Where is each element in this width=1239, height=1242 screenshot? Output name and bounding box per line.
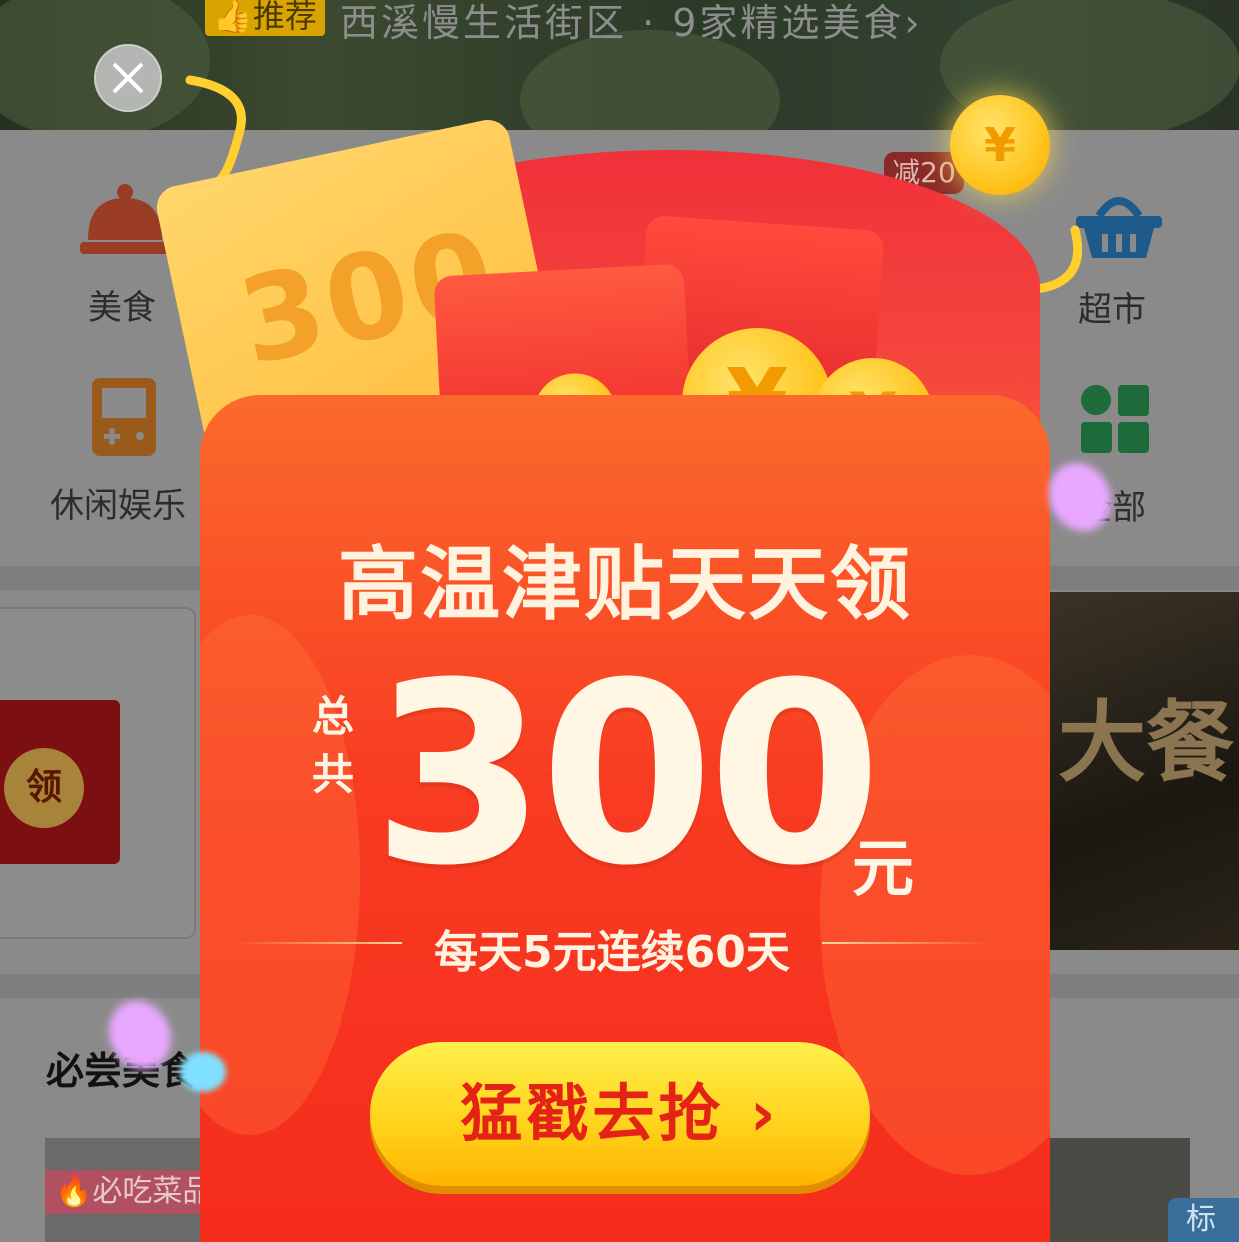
confetti-icon [180,1052,226,1092]
amount-value: 300 [372,629,882,920]
amount-unit: 元 [852,832,915,905]
gameboy-icon [92,378,156,456]
grab-now-label: 猛戳去抢 › [460,1077,780,1150]
category-label: 美食 [88,288,156,328]
reward-detail-text: 每天5元连续60天 [434,927,790,978]
close-icon [112,62,144,94]
grab-now-button[interactable]: 猛戳去抢 › [370,1042,870,1186]
category-leisure[interactable]: 休闲娱乐 [46,378,206,528]
total-label: 总共 [312,692,355,799]
yuan-coin-icon: ¥ [950,95,1050,195]
popup-headline: 高温津贴天天领 [338,538,912,631]
close-popup-button[interactable] [94,44,162,112]
promo-text: 大餐 [1058,691,1235,794]
grid-icon [1081,385,1149,453]
reward-detail: 每天5元连续60天 [232,912,992,978]
decor-line [822,942,992,944]
category-label: 休闲娱乐 [50,486,186,526]
food-badge: 🔥必吃菜品 [45,1170,223,1214]
banner-title[interactable]: 西溪慢生活街区 · 9家精选美食› [340,0,923,47]
tag-right: 标 [1168,1198,1239,1242]
dish-cover-icon [80,184,170,254]
fire-icon: 🔥 [55,1174,93,1209]
recommend-tag: 👍推荐 [205,0,325,36]
claim-coupon-button[interactable]: 领 [4,748,84,828]
food-badge-label: 必吃菜品 [92,1174,213,1209]
promo-banner-right[interactable]: 大餐 [1048,592,1239,950]
